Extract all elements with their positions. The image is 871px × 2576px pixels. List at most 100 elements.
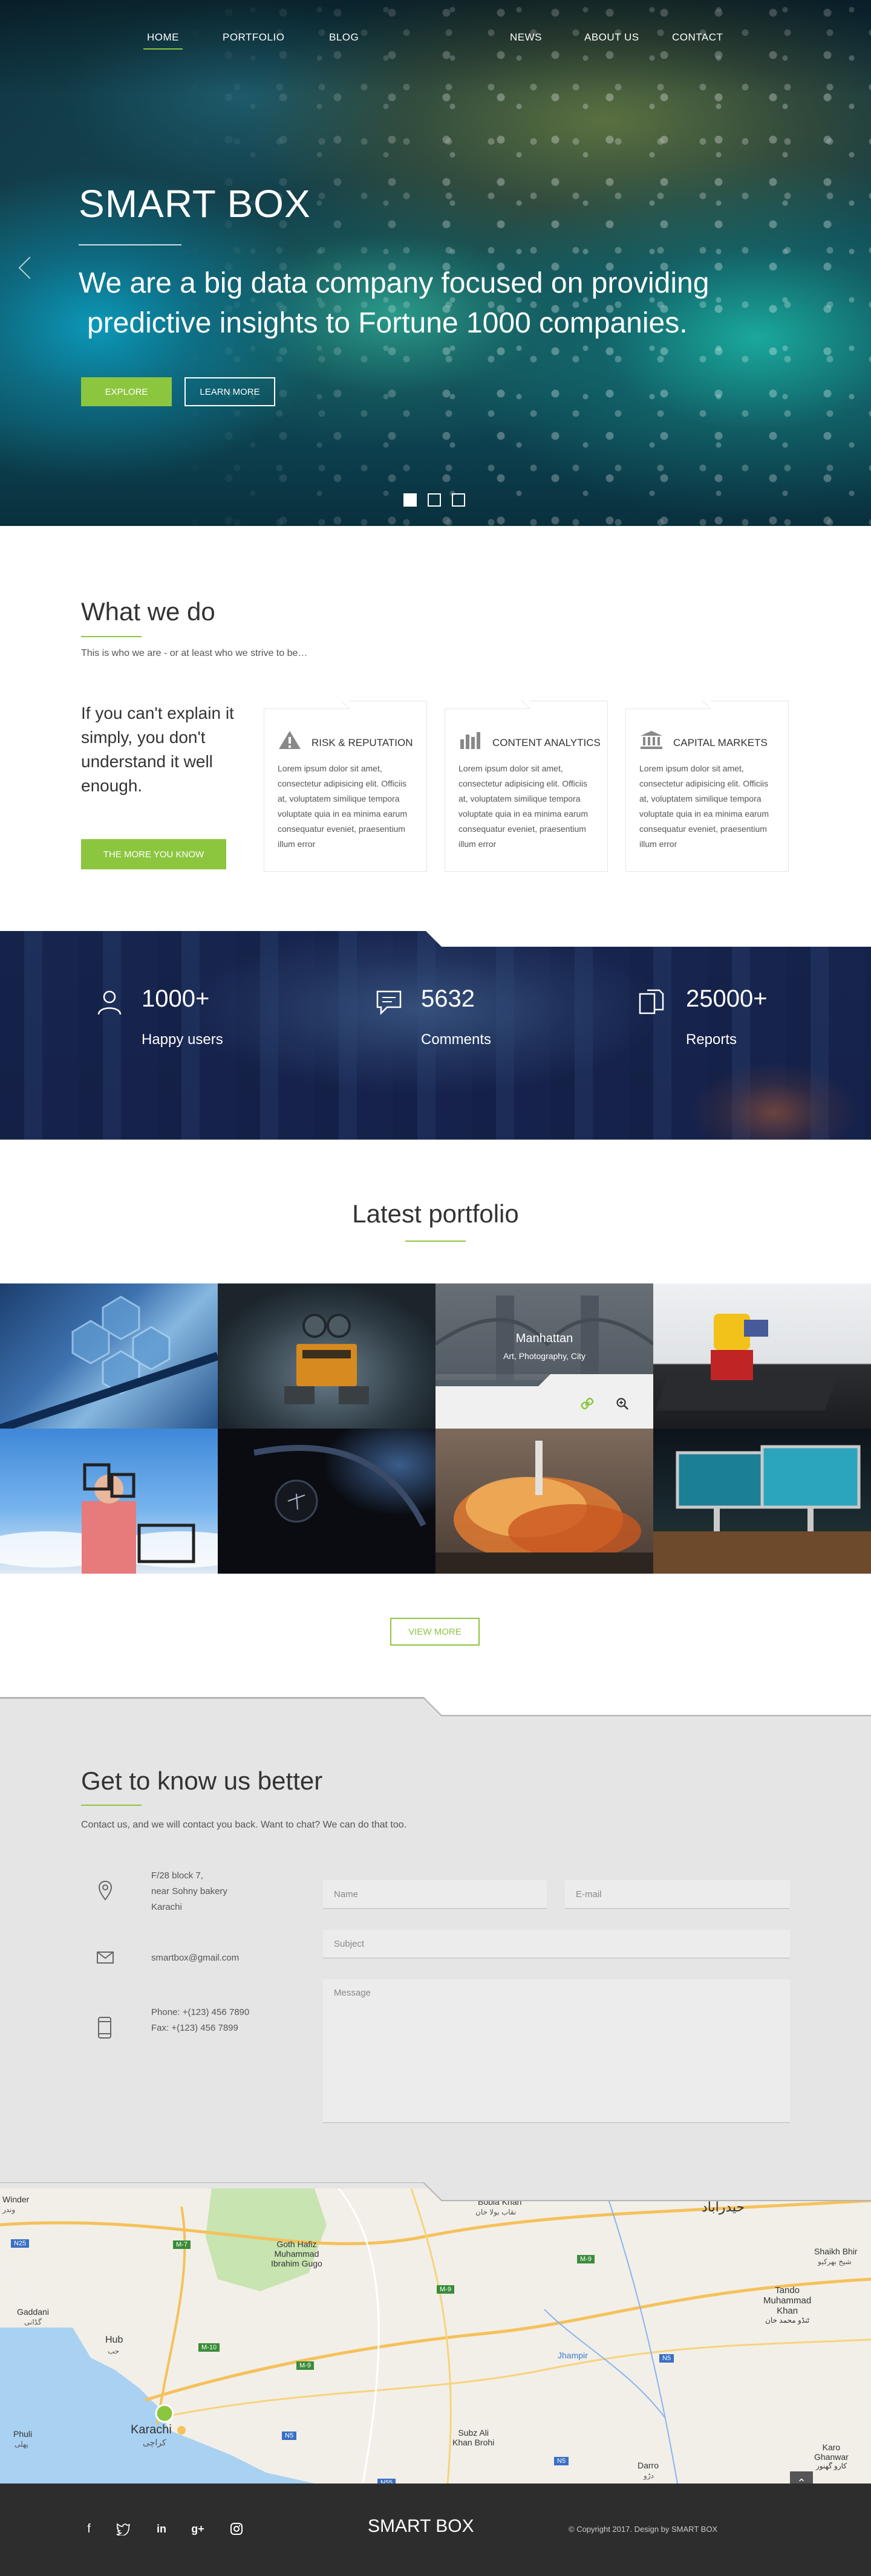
- card-text: Lorem ipsum dolor sit amet, consectetur …: [639, 764, 769, 849]
- subject-field[interactable]: [323, 1930, 790, 1959]
- learn-more-button[interactable]: LEARN MORE: [184, 377, 275, 406]
- phone-number: Phone: +(123) 456 7890: [151, 2007, 250, 2017]
- comment-icon: [376, 990, 402, 1016]
- stat-users-label: Happy users: [142, 1031, 223, 1048]
- documents-icon: [639, 989, 664, 1014]
- facebook-icon[interactable]: f: [81, 2521, 97, 2537]
- nav-news[interactable]: NEWS: [510, 31, 542, 44]
- map-label: پھلی: [15, 2440, 28, 2448]
- map-label: حب: [108, 2347, 120, 2355]
- twitter-icon[interactable]: [116, 2522, 131, 2535]
- hero-slider: [0, 0, 871, 526]
- map-label: Tando: [775, 2285, 800, 2295]
- road-badge: N5: [554, 2457, 569, 2465]
- name-field[interactable]: [323, 1880, 547, 1909]
- hero-subtitle-line-1: We are a big data company focused on pro…: [79, 267, 710, 299]
- address-line: F/28 block 7,: [151, 1870, 203, 1881]
- contact-heading: Get to know us better: [81, 1767, 323, 1795]
- nav-about[interactable]: ABOUT US: [584, 31, 639, 44]
- card-text: Lorem ipsum dolor sit amet, consectetur …: [458, 764, 589, 849]
- map-label: Gaddani: [17, 2307, 49, 2317]
- card-title: RISK & REPUTATION: [312, 737, 413, 748]
- location-map[interactable]: Winder وندر Goth Hafiz Muhammad Ibrahim Gu…: [0, 2188, 871, 2484]
- service-card-analytics: CONTENT ANALYTICS Lorem ipsum dolor sit …: [445, 701, 608, 872]
- map-label: Karachi: [131, 2423, 172, 2436]
- portfolio-tile-robot[interactable]: [218, 1283, 436, 1429]
- explore-button[interactable]: EXPLORE: [81, 377, 172, 406]
- map-label: دڑو: [644, 2471, 654, 2480]
- map-label: کراچی: [143, 2438, 166, 2447]
- map-label-tando: Tando Muhammad Khan ٹنڈو محمد خان: [763, 2285, 811, 2325]
- road-badge: M-9: [437, 2285, 454, 2294]
- hero-title: SMART BOX: [79, 182, 311, 225]
- portfolio-tile-launch[interactable]: [436, 1429, 653, 1574]
- stat-reports-value: 25000+: [686, 985, 768, 1012]
- bank-icon: [641, 731, 662, 749]
- google-plus-icon[interactable]: g+: [190, 2521, 206, 2537]
- more-you-know-button[interactable]: THE MORE YOU KNOW: [81, 839, 226, 869]
- map-label: Ghanwar: [814, 2452, 849, 2462]
- road-badge: M-10: [198, 2343, 220, 2352]
- email-icon: [97, 1951, 114, 1964]
- hero-subtitle: We are a big data company focused on pro…: [79, 264, 792, 343]
- slider-dot-3[interactable]: [452, 493, 465, 507]
- nav-blog[interactable]: BLOG: [329, 31, 359, 44]
- hero-notch: [0, 526, 871, 544]
- zoom-icon[interactable]: [616, 1397, 629, 1410]
- map-label: Karo: [822, 2442, 841, 2452]
- map-label: شیخ بھرکیو: [818, 2257, 852, 2266]
- road-badge: N55: [377, 2479, 396, 2484]
- stats-notch: [0, 929, 871, 947]
- linkedin-icon[interactable]: in: [154, 2521, 169, 2537]
- hero-subtitle-line-2: predictive insights to Fortune 1000 comp…: [87, 307, 688, 339]
- contact-email[interactable]: smartbox@gmail.com: [151, 1950, 239, 1966]
- footer-brand: SMART BOX: [368, 2516, 474, 2536]
- footer-copyright: © Copyright 2017. Design by SMART BOX: [569, 2525, 718, 2534]
- map-label: Muhammad: [763, 2295, 812, 2306]
- address-line: Karachi: [151, 1902, 182, 1912]
- location-icon: [98, 1880, 113, 1901]
- map-label: Muhammad: [274, 2249, 319, 2259]
- portfolio-tile-architecture[interactable]: [0, 1283, 218, 1429]
- map-label-goth: Goth Hafiz Muhammad Ibrahim Gugo: [271, 2239, 322, 2268]
- portfolio-tile-manhattan[interactable]: Manhattan Art, Photography, City: [436, 1283, 653, 1429]
- stat-comments-value: 5632: [421, 985, 475, 1012]
- portfolio-tile-watch[interactable]: [218, 1429, 436, 1574]
- what-tagline: This is who we are - or at least who we …: [81, 648, 308, 658]
- portfolio-tile-lego[interactable]: [653, 1283, 871, 1429]
- stat-comments-label: Comments: [421, 1031, 492, 1048]
- card-title: CAPITAL MARKETS: [673, 737, 768, 748]
- view-more-button[interactable]: VIEW MORE: [390, 1618, 480, 1646]
- map-label-subz: Subz Ali Khan Brohi: [452, 2428, 494, 2447]
- service-card-risk: RISK & REPUTATION Lorem ipsum dolor sit …: [264, 701, 427, 872]
- link-icon[interactable]: [581, 1397, 594, 1410]
- address-line: near Sohny bakery: [151, 1886, 227, 1896]
- nav-home[interactable]: HOME: [143, 31, 183, 50]
- email-field[interactable]: [565, 1880, 790, 1909]
- portfolio-hover-tags: Art, Photography, City: [503, 1351, 586, 1361]
- portfolio-heading: Latest portfolio: [352, 1199, 519, 1228]
- slider-dot-2[interactable]: [428, 493, 441, 507]
- portfolio-hover-title: Manhattan: [515, 1332, 573, 1345]
- service-card-capital: CAPITAL MARKETS Lorem ipsum dolor sit am…: [625, 701, 789, 872]
- phone-icon: [98, 2017, 111, 2039]
- map-label: Khan: [777, 2306, 798, 2316]
- road-badge: N5: [282, 2432, 297, 2440]
- map-label: Darro: [638, 2461, 659, 2470]
- map-label: Goth Hafiz: [276, 2239, 317, 2249]
- nav-portfolio[interactable]: PORTFOLIO: [223, 31, 284, 44]
- user-icon: [97, 990, 122, 1015]
- map-label: کارو گھنور: [815, 2462, 847, 2470]
- map-notch: [0, 2182, 871, 2201]
- portfolio-tile-frames[interactable]: [0, 1429, 218, 1574]
- fax-number: Fax: +(123) 456 7899: [151, 2023, 238, 2033]
- instagram-icon[interactable]: [230, 2522, 243, 2535]
- warning-icon: [279, 731, 301, 749]
- slider-dot-1[interactable]: [403, 493, 417, 507]
- nav-contact[interactable]: CONTACT: [672, 31, 723, 44]
- bar-chart-icon: [460, 732, 480, 749]
- portfolio-tile-desk[interactable]: [653, 1429, 871, 1574]
- map-label: وندر: [2, 2205, 16, 2214]
- message-field[interactable]: [323, 1979, 790, 2123]
- card-title: CONTENT ANALYTICS: [492, 737, 601, 748]
